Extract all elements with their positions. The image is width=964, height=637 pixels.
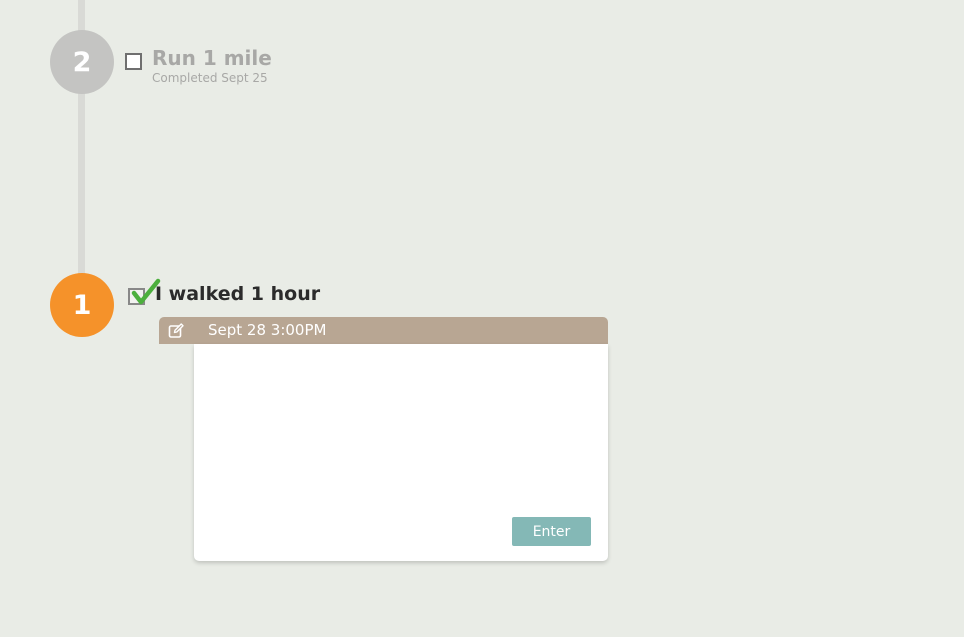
goal-checkbox[interactable] <box>125 53 142 70</box>
edit-icon[interactable] <box>168 323 184 339</box>
goal-title-active: I walked 1 hour <box>155 283 321 305</box>
goal-completed-date: Completed Sept 25 <box>152 71 268 85</box>
enter-button[interactable]: Enter <box>512 517 591 546</box>
entry-header: Sept 28 3:00PM <box>159 317 608 344</box>
step-number-badge: 2 <box>50 30 114 94</box>
goal-title: Run 1 mile <box>152 46 272 70</box>
entry-body: Enter <box>194 344 608 561</box>
entry-textarea[interactable] <box>206 354 600 508</box>
step-number-badge-active: 1 <box>50 273 114 337</box>
journal-entry-card: Sept 28 3:00PM Enter <box>159 317 608 561</box>
entry-date: Sept 28 3:00PM <box>208 321 327 339</box>
